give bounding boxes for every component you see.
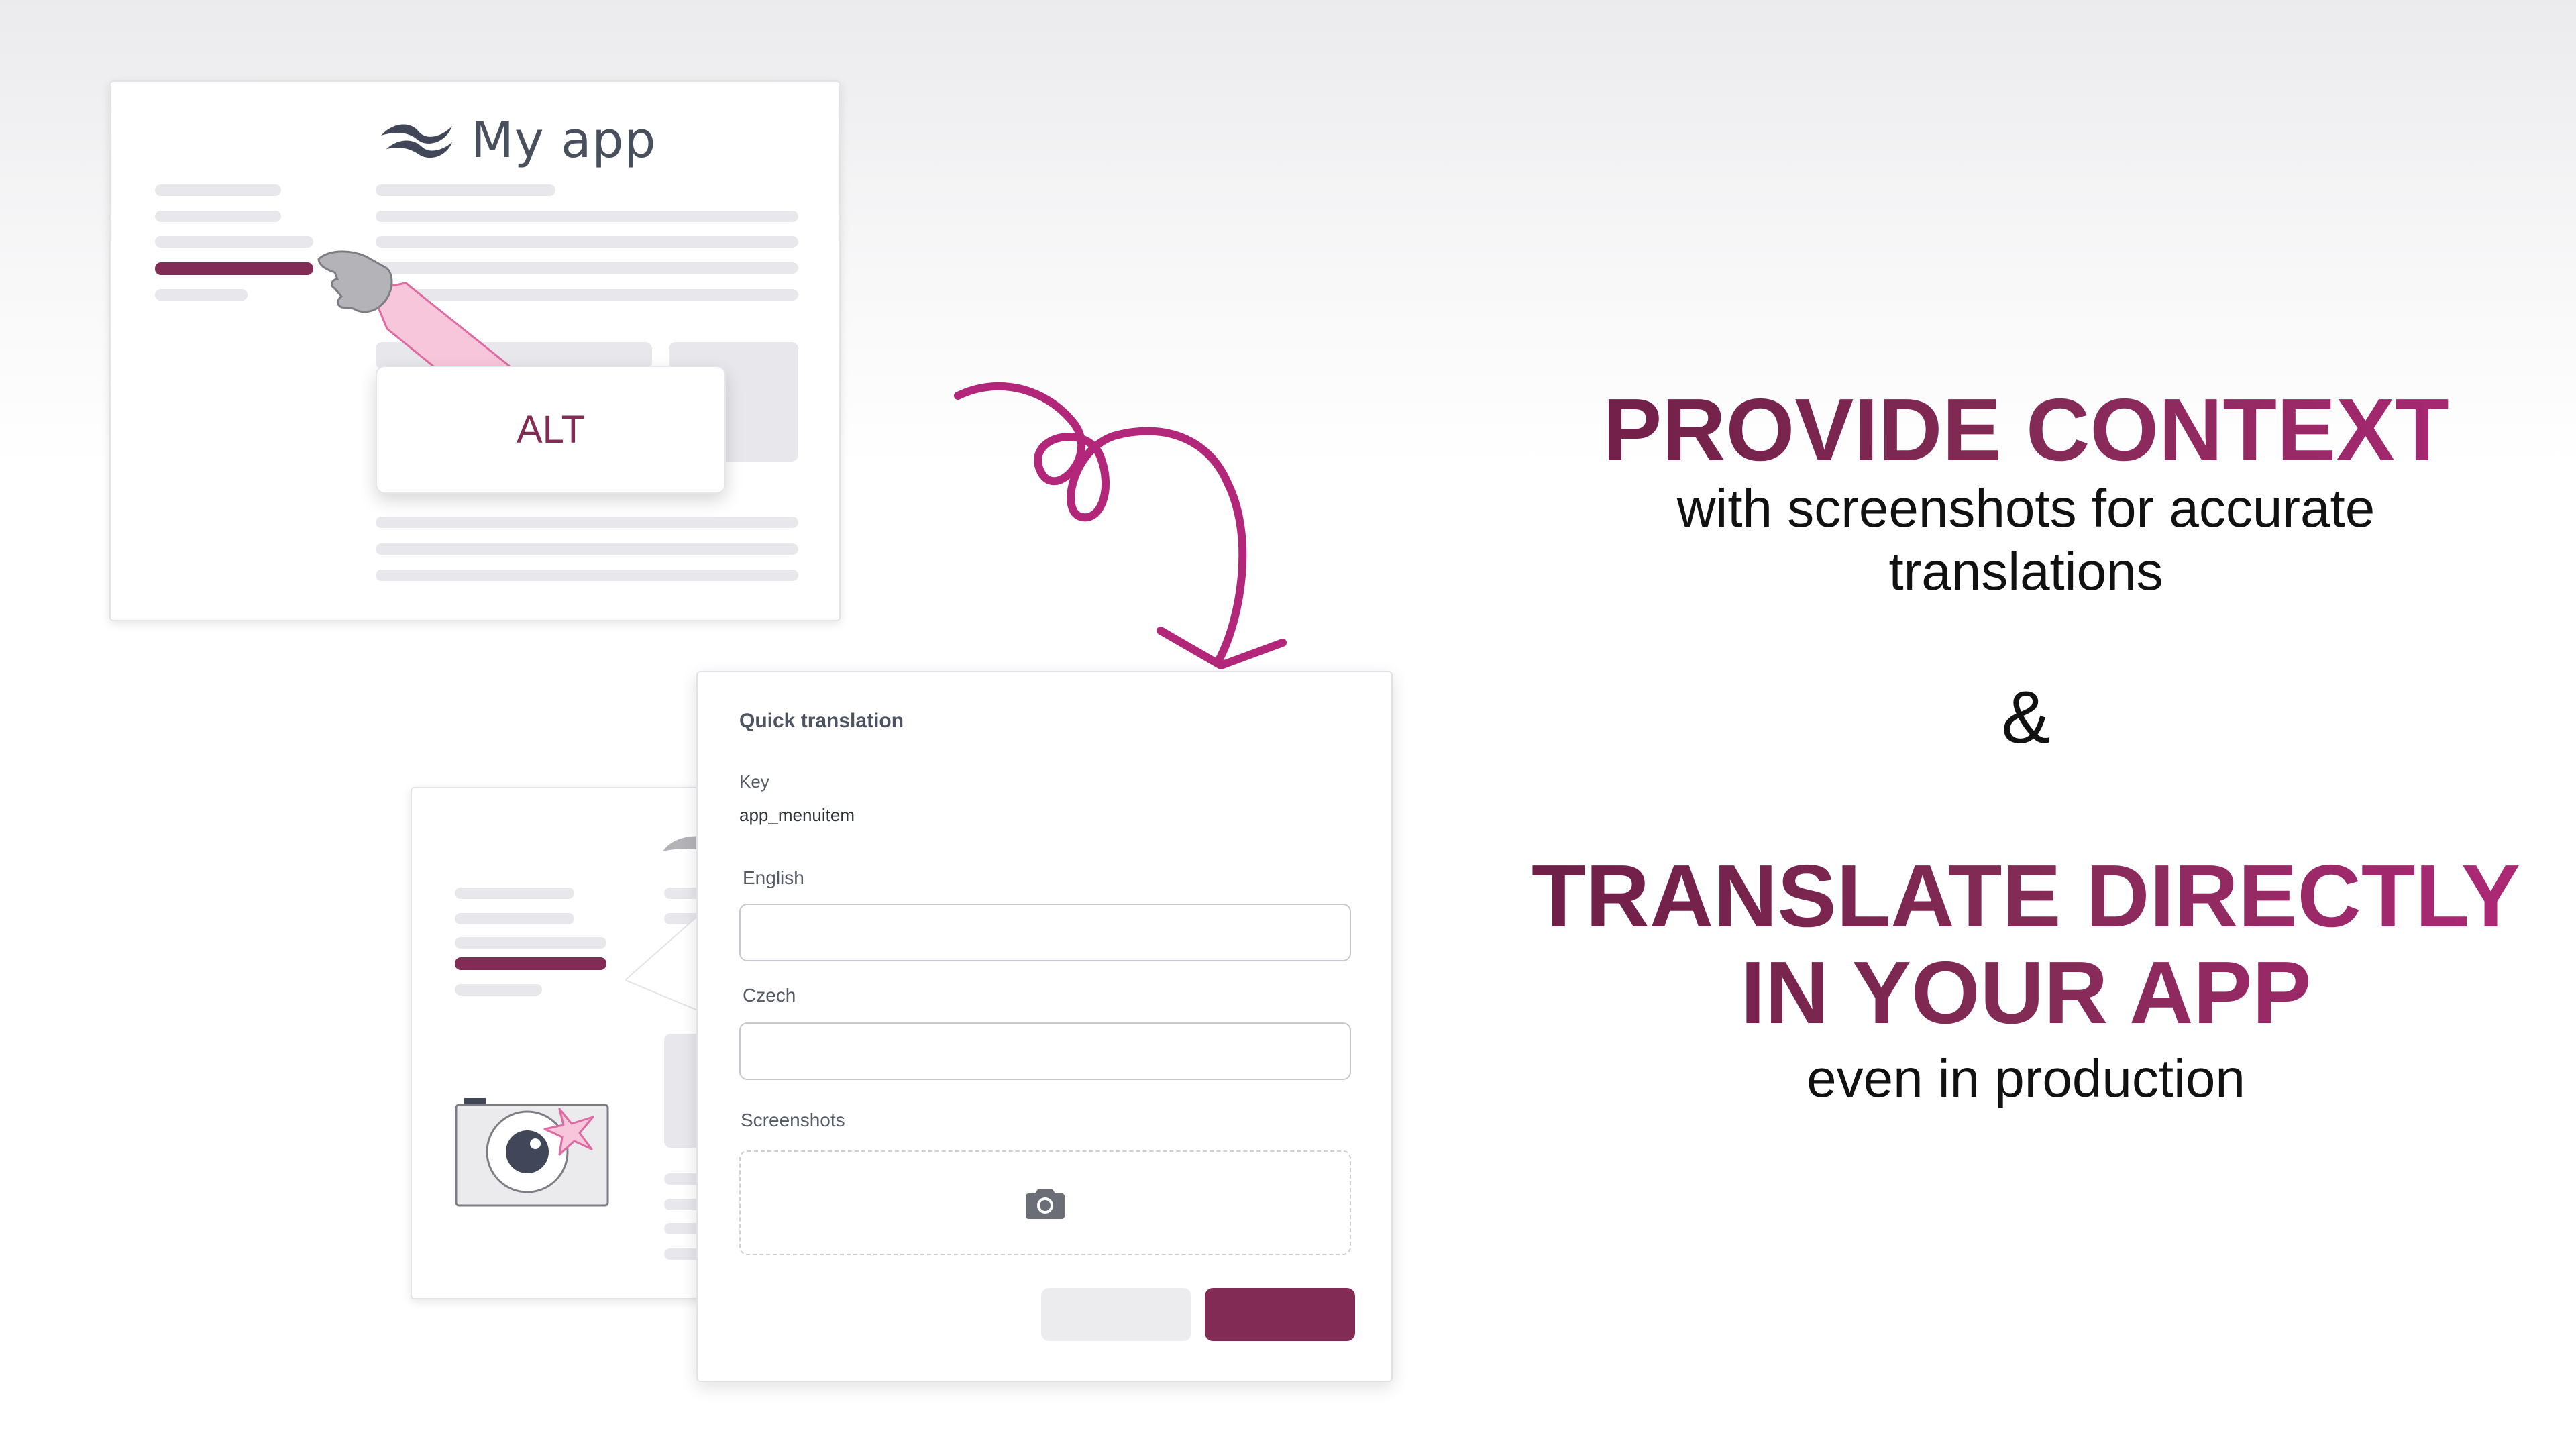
save-button[interactable] [1205,1288,1355,1341]
app-title: My app [471,111,657,169]
sidebar-line [455,984,542,996]
english-label: English [743,867,804,888]
camera-icon[interactable] [1026,1187,1065,1219]
content-line [376,543,798,555]
english-translation-input[interactable] [739,904,1351,961]
callout-pointer [625,909,706,1014]
czech-translation-input[interactable] [739,1022,1351,1080]
key-value: app_menuitem [739,805,855,825]
content-line [376,517,798,528]
camera-icon [455,1098,609,1207]
screenshots-dropzone[interactable] [739,1150,1351,1255]
subtext-screenshots: with screenshots for accurate [1676,478,2375,538]
content-line [376,211,798,222]
alt-key-popup: ALT [376,366,726,494]
content-line [376,570,798,581]
key-label: Key [739,771,769,792]
sidebar-item-highlighted[interactable] [155,262,313,275]
sidebar-line [155,211,281,222]
pointing-hand-icon [317,250,523,376]
my-app-window: My app ALT [109,80,841,621]
sidebar-line [155,184,281,196]
app-window-background [411,787,729,1299]
subtext-translations: translations [1888,541,2163,601]
sidebar-line [455,937,606,949]
app-logo-icon [381,124,452,158]
subtext-production: even in production [1807,1049,2245,1108]
alt-key-label: ALT [516,408,586,451]
sidebar-item-highlighted[interactable] [455,957,606,970]
cancel-button[interactable] [1041,1288,1191,1341]
content-line [376,184,555,196]
headline-provide-context: PROVIDE CONTEXT [1476,379,2576,480]
headline-translate-directly: TRANSLATE DIRECTLY [1476,845,2576,947]
czech-label: Czech [743,985,796,1006]
sidebar-line [455,913,574,924]
screenshots-label: Screenshots [741,1110,845,1130]
sidebar-line [155,289,248,301]
quick-translation-dialog: Quick translation Key app_menuitem Engli… [696,671,1393,1382]
headline-in-your-app: IN YOUR APP [1476,942,2576,1043]
sidebar-line [455,888,574,899]
ampersand: & [2001,676,2051,759]
dialog-title: Quick translation [739,710,904,732]
sidebar-line [155,236,313,248]
